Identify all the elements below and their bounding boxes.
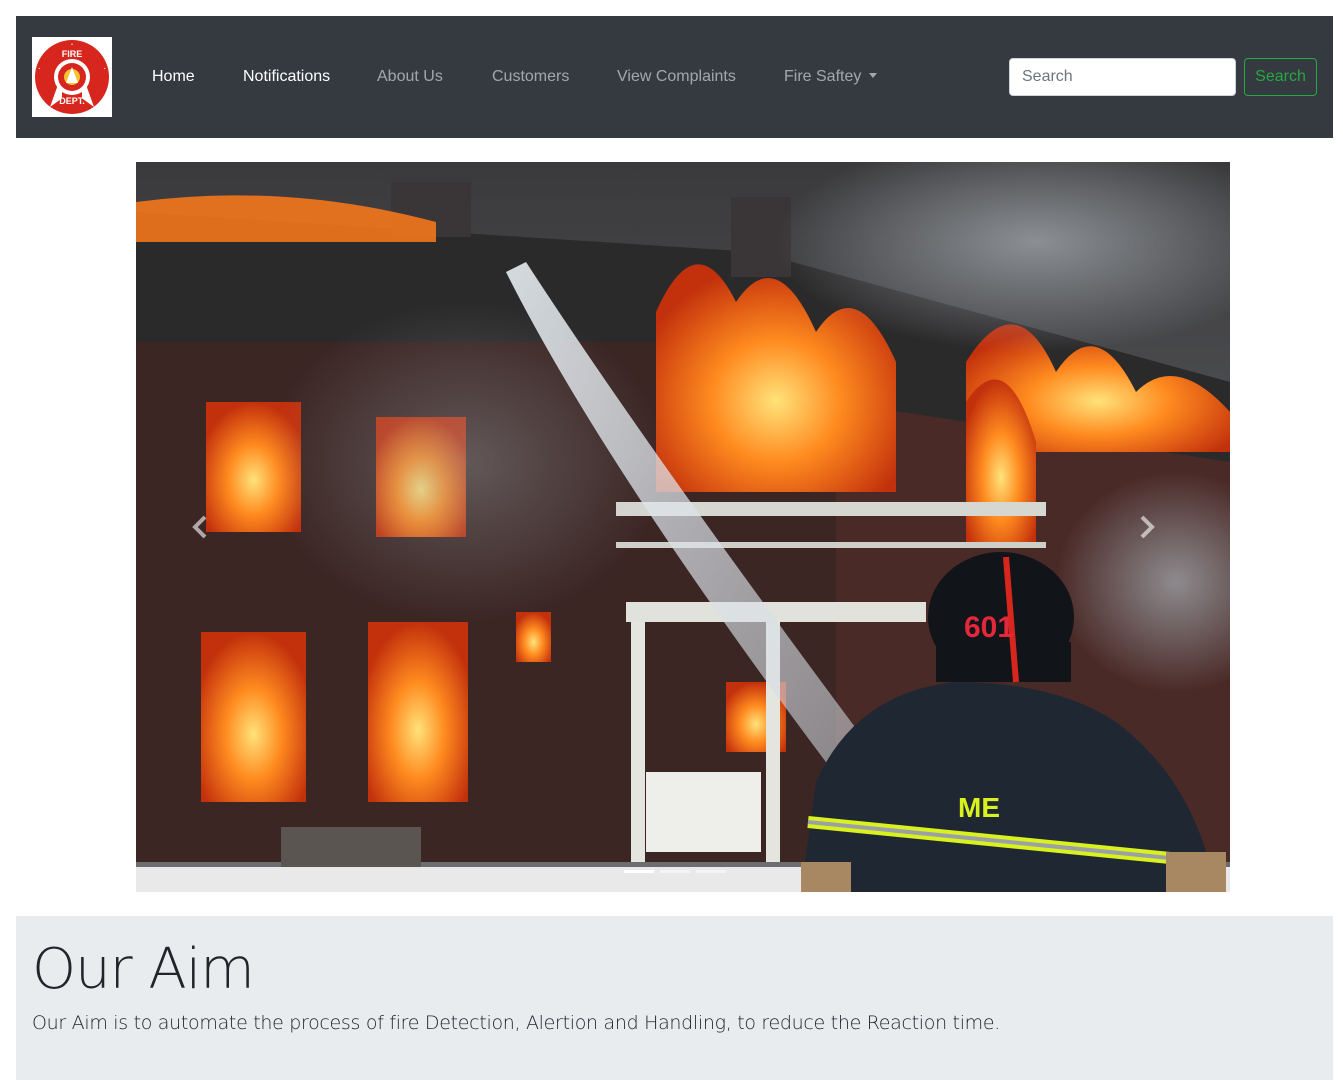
chevron-right-icon (1140, 515, 1155, 539)
carousel-indicator-2[interactable] (660, 870, 690, 873)
jacket-text: ME (958, 792, 1000, 823)
nav-home[interactable]: Home (152, 66, 195, 88)
chevron-left-icon (192, 515, 207, 539)
our-aim-heading: Our Aim (32, 937, 255, 1002)
search-input[interactable] (1009, 58, 1236, 96)
hero-carousel: 601 ME (136, 162, 1230, 892)
navbar: FIRE DEPT. Home Notifications About Us C… (16, 16, 1333, 138)
carousel-prev-button[interactable] (181, 507, 221, 547)
carousel-next-button[interactable] (1126, 507, 1166, 547)
nav-about-us[interactable]: About Us (377, 66, 443, 88)
burning-house-photo: 601 ME (136, 162, 1230, 892)
our-aim-section: Our Aim Our Aim is to automate the proce… (16, 916, 1333, 1080)
search-button[interactable]: Search (1244, 58, 1317, 96)
fire-department-logo: FIRE DEPT. (35, 40, 109, 114)
nav-customers[interactable]: Customers (492, 66, 569, 88)
nav-fire-saftey-label: Fire Saftey (784, 68, 862, 85)
carousel-indicators (624, 870, 726, 876)
nav-view-complaints[interactable]: View Complaints (617, 66, 736, 88)
nav-notifications[interactable]: Notifications (243, 66, 330, 88)
helmet-number: 601 (964, 611, 1014, 644)
nav-fire-saftey-dropdown[interactable]: Fire Saftey (784, 66, 878, 88)
our-aim-text: Our Aim is to automate the process of fi… (32, 1012, 1001, 1034)
logo-text-bottom: DEPT. (59, 96, 85, 106)
carousel-indicator-3[interactable] (696, 870, 726, 873)
brand-logo[interactable]: FIRE DEPT. (32, 37, 112, 117)
logo-text-top: FIRE (62, 49, 83, 59)
carousel-indicator-1[interactable] (624, 870, 654, 873)
caret-down-icon (869, 73, 878, 78)
